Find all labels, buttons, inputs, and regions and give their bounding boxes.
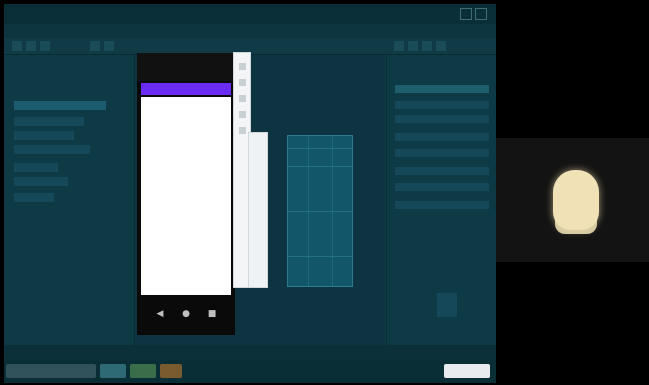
minimize-icon[interactable] xyxy=(460,8,472,20)
tool-icon[interactable] xyxy=(90,41,100,51)
attribute-row[interactable] xyxy=(395,133,489,141)
presenter-face xyxy=(553,170,599,230)
tree-item[interactable] xyxy=(14,131,74,140)
back-icon[interactable]: ◀ xyxy=(155,309,165,319)
ide-title-bar xyxy=(4,4,496,24)
emulator-status-bar xyxy=(137,53,235,81)
blueprint-preview xyxy=(287,135,353,287)
taskbar xyxy=(4,359,496,383)
power-icon[interactable] xyxy=(239,63,246,70)
attributes-panel xyxy=(386,55,496,345)
tool-icon[interactable] xyxy=(104,41,114,51)
android-emulator: ◀ ● ■ xyxy=(137,53,235,335)
attribute-row[interactable] xyxy=(395,115,489,123)
tool-icon[interactable] xyxy=(422,41,432,51)
tool-icon[interactable] xyxy=(408,41,418,51)
attribute-row[interactable] xyxy=(395,85,489,93)
screenshot-icon[interactable] xyxy=(239,127,246,134)
recents-icon[interactable]: ■ xyxy=(207,309,217,319)
tree-item[interactable] xyxy=(14,193,54,202)
emulator-content[interactable] xyxy=(141,97,231,295)
tool-icon[interactable] xyxy=(436,41,446,51)
home-icon[interactable]: ● xyxy=(181,309,191,319)
tree-item[interactable] xyxy=(14,117,84,126)
attribute-row[interactable] xyxy=(395,167,489,175)
screen-share-frame: ◀ ● ■ xyxy=(0,0,649,385)
close-icon[interactable] xyxy=(475,8,487,20)
volume-down-icon[interactable] xyxy=(239,95,246,102)
tree-item[interactable] xyxy=(14,145,90,154)
taskbar-app[interactable] xyxy=(130,364,156,378)
tool-icon[interactable] xyxy=(394,41,404,51)
volume-up-icon[interactable] xyxy=(239,79,246,86)
attribute-widget[interactable] xyxy=(437,293,457,317)
project-panel xyxy=(4,55,135,345)
taskbar-app[interactable] xyxy=(100,364,126,378)
attribute-row[interactable] xyxy=(395,149,489,157)
taskbar-tray[interactable] xyxy=(444,364,490,378)
emulator-extended-panel xyxy=(248,132,268,288)
tree-item[interactable] xyxy=(14,177,68,186)
tool-icon[interactable] xyxy=(12,41,22,51)
emulator-nav-bar: ◀ ● ■ xyxy=(137,295,235,335)
attribute-row[interactable] xyxy=(395,101,489,109)
emulator-app-bar xyxy=(141,83,231,95)
taskbar-app[interactable] xyxy=(160,364,182,378)
status-bar xyxy=(4,345,496,359)
tool-icon[interactable] xyxy=(26,41,36,51)
ide-menu-bar xyxy=(4,24,496,38)
tree-item[interactable] xyxy=(14,101,106,110)
rotate-icon[interactable] xyxy=(239,111,246,118)
attribute-row[interactable] xyxy=(395,183,489,191)
taskbar-start[interactable] xyxy=(6,364,96,378)
tree-item[interactable] xyxy=(14,163,58,172)
attribute-row[interactable] xyxy=(395,201,489,209)
tool-icon[interactable] xyxy=(40,41,50,51)
